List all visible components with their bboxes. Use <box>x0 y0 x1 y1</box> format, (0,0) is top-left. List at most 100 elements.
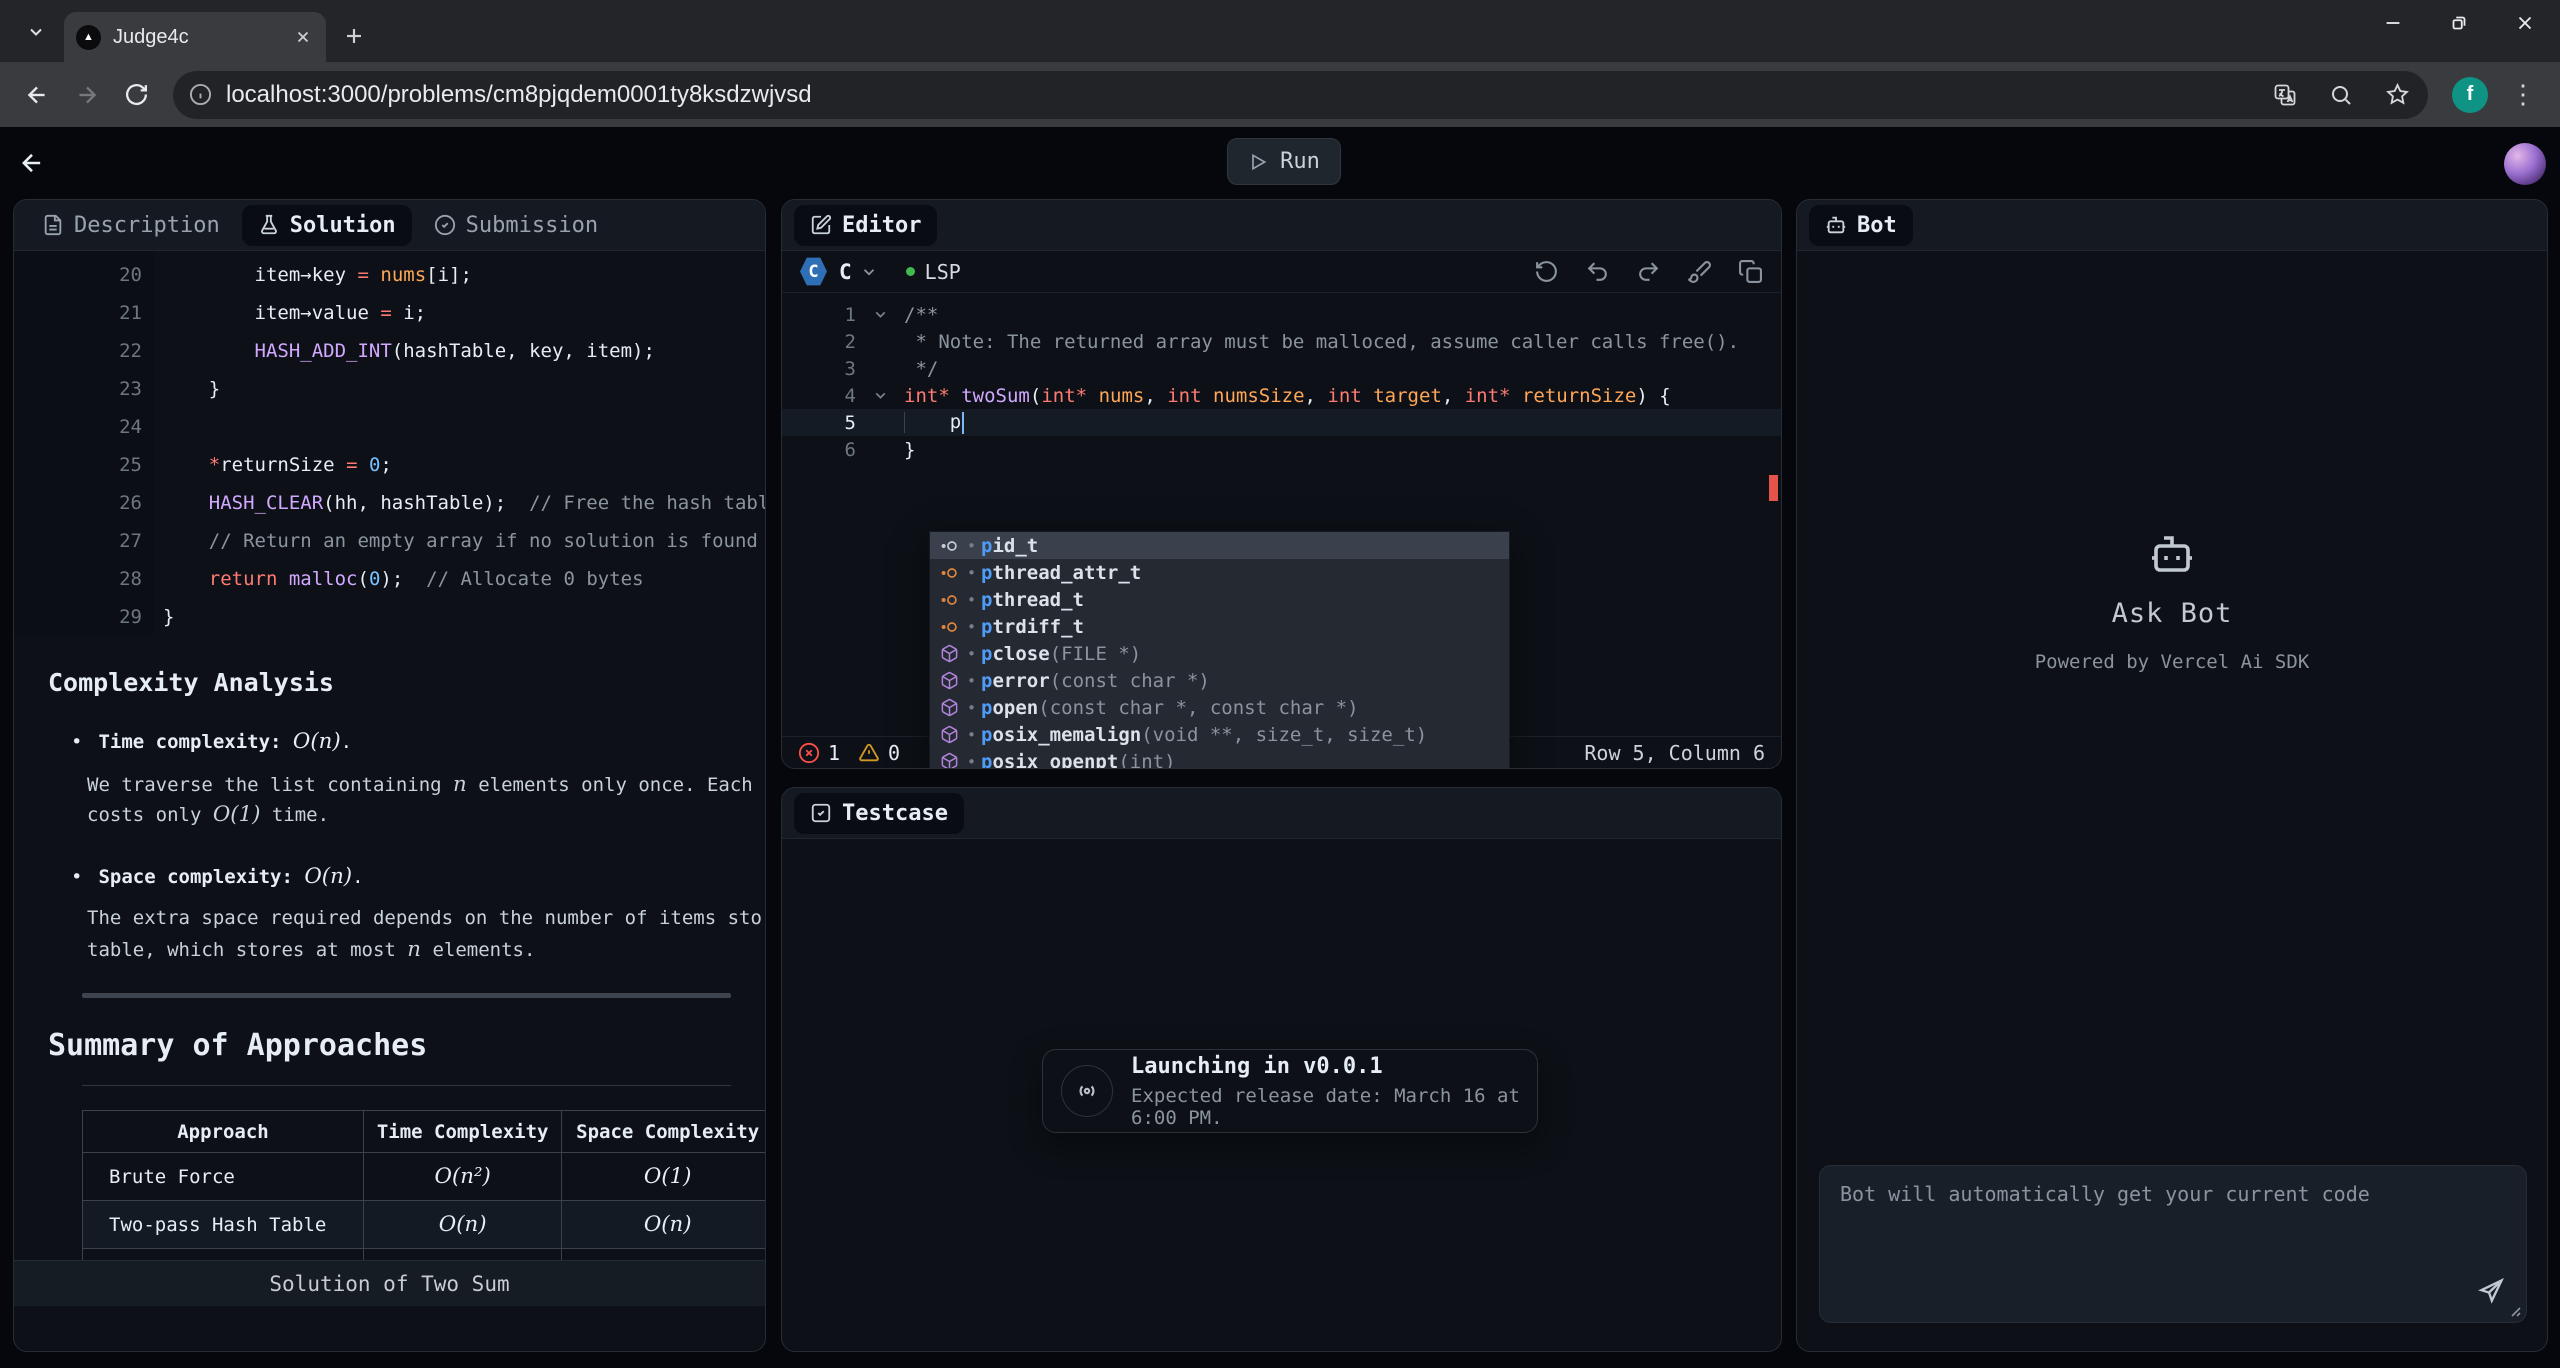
bot-title: Ask Bot <box>2112 598 2233 629</box>
tab-solution[interactable]: Solution <box>242 205 412 246</box>
redo-icon[interactable] <box>1636 259 1661 284</box>
square-pen-icon <box>810 214 832 236</box>
code-editor[interactable]: 1/**2 * Note: The returned array must be… <box>782 293 1781 738</box>
function-symbol-icon <box>938 644 960 663</box>
square-check-icon <box>810 802 832 824</box>
tab-bot[interactable]: Bot <box>1809 205 1913 246</box>
run-button[interactable]: Run <box>1227 138 1341 185</box>
complexity-item: •Space complexity: O(n). <box>48 864 765 889</box>
window-minimize-icon[interactable] <box>2382 12 2404 34</box>
browser-back-icon[interactable] <box>24 82 50 108</box>
copy-code-icon[interactable] <box>1738 259 1763 284</box>
code-line: 22 HASH_ADD_INT(hashTable, key, item); <box>14 332 765 370</box>
url-bar[interactable]: localhost:3000/problems/cm8pjqdem0001ty8… <box>173 71 2428 119</box>
format-code-icon[interactable] <box>1687 259 1712 284</box>
file-text-icon <box>42 214 64 236</box>
complexity-heading: Complexity Analysis <box>48 668 765 697</box>
toast-title: Launching in v0.0.1 <box>1131 1054 1537 1079</box>
browser-toolbar: localhost:3000/problems/cm8pjqdem0001ty8… <box>0 62 2560 127</box>
completion-item[interactable]: •ptrdiff_t <box>930 613 1509 640</box>
editor-panel: Editor C C LSP <box>781 199 1782 769</box>
completion-item[interactable]: •pthread_t <box>930 586 1509 613</box>
editor-code-line[interactable]: 1/** <box>782 301 1781 328</box>
new-tab-button[interactable] <box>342 24 366 48</box>
lsp-label: LSP <box>925 260 961 284</box>
send-icon[interactable] <box>2477 1277 2505 1305</box>
tab-label: Submission <box>466 213 598 238</box>
completion-item[interactable]: •posix_openpt(int) <box>930 748 1509 769</box>
language-label: C <box>839 260 852 284</box>
testcase-strip: Testcase <box>782 788 1781 839</box>
undo-icon[interactable] <box>1585 259 1610 284</box>
editor-strip: Editor <box>782 200 1781 251</box>
error-icon <box>798 742 820 764</box>
editor-code-line[interactable]: 5 p <box>782 409 1781 436</box>
function-symbol-icon <box>938 752 960 769</box>
window-close-icon[interactable] <box>2514 12 2536 34</box>
code-line: 24 <box>14 408 765 446</box>
bookmark-star-icon[interactable] <box>2385 82 2410 107</box>
app-back-icon[interactable] <box>18 149 46 177</box>
code-line: 29} <box>14 598 765 636</box>
site-info-icon[interactable] <box>189 83 212 106</box>
function-symbol-icon <box>938 725 960 744</box>
completion-item[interactable]: •posix_memalign(void **, size_t, size_t) <box>930 721 1509 748</box>
completion-item[interactable]: •pclose(FILE *) <box>930 640 1509 667</box>
judge4c-app: Run DescriptionSolutionSubmission 20 ite… <box>0 127 2560 1368</box>
bot-panel: Bot Ask Bot Powered by Vercel Ai SDK <box>1796 199 2548 1352</box>
editor-code-line[interactable]: 3 */ <box>782 355 1781 382</box>
fold-chevron-icon[interactable] <box>856 306 904 323</box>
tab-editor[interactable]: Editor <box>794 205 937 246</box>
play-icon <box>1248 152 1268 172</box>
editor-code-line[interactable]: 6} <box>782 436 1781 463</box>
user-avatar[interactable] <box>2504 143 2546 185</box>
browser-menu-icon[interactable]: ⋮ <box>2510 79 2536 110</box>
editor-code-line[interactable]: 2 * Note: The returned array must be mal… <box>782 328 1781 355</box>
tab-title: Judge4c <box>113 26 294 49</box>
browser-tab[interactable]: ▲ Judge4c <box>64 12 326 62</box>
code-line: 26 HASH_CLEAR(hh, hashTable); // Free th… <box>14 484 765 522</box>
tab-description[interactable]: Description <box>26 205 236 246</box>
flask-icon <box>258 214 280 236</box>
autocomplete-popup: •pid_t•pthread_attr_t•pthread_t•ptrdiff_… <box>929 531 1510 769</box>
editor-code-line[interactable]: 4int* twoSum(int* nums, int numsSize, in… <box>782 382 1781 409</box>
fold-chevron-icon[interactable] <box>856 387 904 404</box>
completion-item[interactable]: •perror(const char *) <box>930 667 1509 694</box>
browser-forward-icon[interactable] <box>74 82 100 108</box>
language-select-chevron-icon[interactable] <box>860 263 878 281</box>
testcase-panel: Testcase Launching in v0.0.1 Expected re… <box>781 787 1782 1352</box>
bot-input[interactable] <box>1819 1165 2527 1323</box>
bot-subtitle: Powered by Vercel Ai SDK <box>2035 651 2310 673</box>
toast-description: Expected release date: March 16 at 6:00 … <box>1131 1085 1537 1129</box>
zoom-icon[interactable] <box>2329 83 2353 107</box>
completion-item[interactable]: •popen(const char *, const char *) <box>930 694 1509 721</box>
problem-tabs: DescriptionSolution Submission <box>14 200 765 251</box>
divider <box>82 993 731 998</box>
error-count: 1 <box>828 741 840 765</box>
browser-reload-icon[interactable] <box>124 82 149 107</box>
url-text[interactable]: localhost:3000/problems/cm8pjqdem0001ty8… <box>226 81 2273 109</box>
window-restore-icon[interactable] <box>2448 12 2470 34</box>
table-row: Two-pass Hash TableO(n)O(n) <box>83 1201 766 1249</box>
completion-item[interactable]: •pthread_attr_t <box>930 559 1509 586</box>
app-header: Run <box>0 127 2560 199</box>
tab-testcase[interactable]: Testcase <box>794 793 964 834</box>
reset-code-icon[interactable] <box>1534 259 1559 284</box>
tab-close-icon[interactable] <box>294 28 312 46</box>
translate-icon[interactable] <box>2273 83 2297 107</box>
warning-icon <box>858 742 880 764</box>
favicon-judge4c-icon: ▲ <box>76 25 101 50</box>
complexity-item: •Time complexity: O(n). <box>48 729 765 754</box>
browser-profile-avatar[interactable]: f <box>2452 77 2488 113</box>
broadcast-icon <box>1061 1065 1113 1117</box>
resize-handle-icon[interactable] <box>2508 1304 2521 1317</box>
bot-icon <box>1825 214 1847 236</box>
code-line: 28 return malloc(0); // Allocate 0 bytes <box>14 560 765 598</box>
lsp-status-dot <box>906 267 915 276</box>
completion-item[interactable]: •pid_t <box>930 532 1509 559</box>
code-line: 25 *returnSize = 0; <box>14 446 765 484</box>
table-row: Brute ForceO(n²)O(1) <box>83 1153 766 1201</box>
bot-strip: Bot <box>1797 200 2547 251</box>
tab-search-chevron-icon[interactable] <box>16 12 56 52</box>
tab-submission[interactable]: Submission <box>418 205 614 246</box>
